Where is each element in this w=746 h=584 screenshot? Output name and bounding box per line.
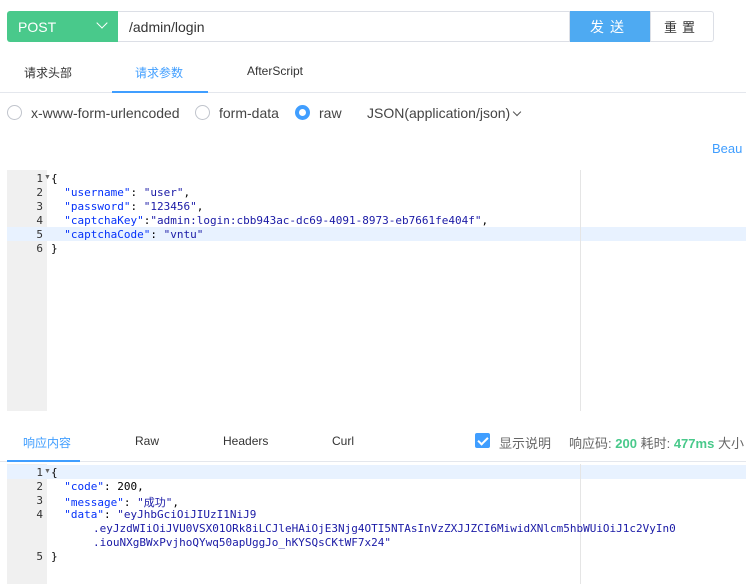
code-line: "captchaKey":"admin:login:cbb943ac-dc69-… [64, 214, 489, 227]
json-string: "user" [143, 186, 184, 199]
line-number: 4 [36, 508, 43, 521]
time-value: 477ms [673, 436, 715, 451]
json-number: 200 [117, 480, 138, 493]
line-number: 5 [36, 228, 43, 241]
status-label: 响应码: [569, 436, 612, 451]
json-key: "code" [64, 480, 104, 493]
radio-form-data[interactable] [195, 105, 210, 120]
code-line: "data": "eyJhbGciOiJIUzI1NiJ9 [64, 508, 257, 521]
json-string: "vntu" [163, 228, 204, 241]
active-tab-indicator [112, 91, 208, 93]
code-line: } [51, 550, 58, 563]
line-number: 4 [36, 214, 43, 227]
code-line: { [51, 172, 58, 185]
fold-arrow-icon[interactable]: ▼ [44, 468, 51, 475]
content-type-label: JSON(application/json) [367, 105, 511, 121]
chevron-down-icon [512, 107, 522, 117]
json-string: "eyJhbGciOiJIUzI1NiJ9 [117, 508, 257, 521]
code-line: { [51, 466, 58, 479]
method-label: POST [18, 18, 57, 35]
radio-raw[interactable] [295, 105, 310, 120]
json-key: "captchaKey" [64, 214, 144, 227]
code-line: "password": "123456", [64, 200, 204, 213]
radio-urlencoded[interactable] [7, 105, 22, 120]
code-line: "code": 200, [64, 480, 144, 493]
response-body-editor[interactable]: 1 ▼ 2 3 4 5 { "code": 200, "message": "成… [7, 464, 746, 584]
brace: } [51, 550, 58, 563]
code-line-wrapped: .iouNXgBWxPvjhoQYwq50apUggJo_hKYSQsCKtWF… [93, 536, 391, 549]
tab-response-curl[interactable]: Curl [332, 434, 354, 448]
json-string: "admin:login:cbb943ac-dc69-4091-8973-eb7… [150, 214, 482, 227]
send-button[interactable]: 发送 [570, 11, 650, 42]
tab-response-raw[interactable]: Raw [135, 434, 159, 448]
fold-arrow-icon[interactable]: ▼ [44, 174, 51, 181]
code-line-wrapped: .eyJzdWIiOiJVU0VSX01ORk8iLCJleHAiOjE3Njg… [93, 522, 676, 535]
print-margin [580, 170, 581, 411]
line-number: 1 [36, 172, 43, 185]
json-string: .eyJzdWIiOiJVU0VSX01ORk8iLCJleHAiOjE3Njg… [93, 522, 676, 535]
radio-raw-label[interactable]: raw [319, 105, 342, 121]
line-number: 2 [36, 480, 43, 493]
active-tab-indicator [7, 460, 80, 462]
tab-response-headers[interactable]: Headers [223, 434, 268, 448]
json-key: "password" [64, 200, 131, 213]
response-stats: 响应码: 200 耗时: 477ms 大小 [569, 433, 744, 452]
brace: { [51, 172, 58, 185]
time-label: 耗时: [640, 436, 671, 451]
show-description-checkbox[interactable] [475, 433, 490, 448]
url-input[interactable]: /admin/login [118, 11, 570, 42]
json-key: "username" [64, 186, 131, 199]
line-number: 2 [36, 186, 43, 199]
content-type-select[interactable]: JSON(application/json) [367, 105, 522, 121]
json-key: "data" [64, 508, 104, 521]
line-number: 5 [36, 550, 43, 563]
tabs-divider [0, 461, 746, 462]
active-line-highlight [7, 465, 746, 479]
code-line: } [51, 242, 58, 255]
json-key: "captchaCode" [64, 228, 151, 241]
line-number: 3 [36, 494, 43, 507]
status-code: 200 [615, 436, 637, 451]
tab-response-content[interactable]: 响应内容 [23, 434, 71, 451]
method-select[interactable]: POST [7, 11, 118, 42]
radio-form-data-label[interactable]: form-data [219, 105, 279, 121]
json-string: "123456" [143, 200, 197, 213]
code-line: "username": "user", [64, 186, 191, 199]
json-string: .iouNXgBWxPvjhoQYwq50apUggJo_hKYSQsCKtWF… [93, 536, 392, 549]
line-number: 3 [36, 200, 43, 213]
beautify-link[interactable]: Beau [712, 141, 742, 156]
chevron-down-icon [96, 17, 108, 29]
brace: } [51, 242, 58, 255]
radio-urlencoded-label[interactable]: x-www-form-urlencoded [31, 105, 180, 121]
code-line: "captchaCode": "vntu" [64, 228, 204, 241]
reset-button[interactable]: 重置 [650, 11, 714, 42]
show-description-label[interactable]: 显示说明 [499, 433, 551, 452]
size-label: 大小 [717, 436, 744, 451]
url-value: /admin/login [129, 18, 205, 35]
line-number: 6 [36, 242, 43, 255]
tab-request-headers[interactable]: 请求头部 [24, 64, 72, 82]
request-body-editor[interactable]: 1 ▼ 2 3 4 5 6 { "username": "user", "pas… [7, 170, 746, 411]
tab-afterscript[interactable]: AfterScript [247, 64, 303, 82]
line-number: 1 [36, 466, 43, 479]
brace: { [51, 466, 58, 479]
tab-request-params[interactable]: 请求参数 [135, 64, 183, 82]
